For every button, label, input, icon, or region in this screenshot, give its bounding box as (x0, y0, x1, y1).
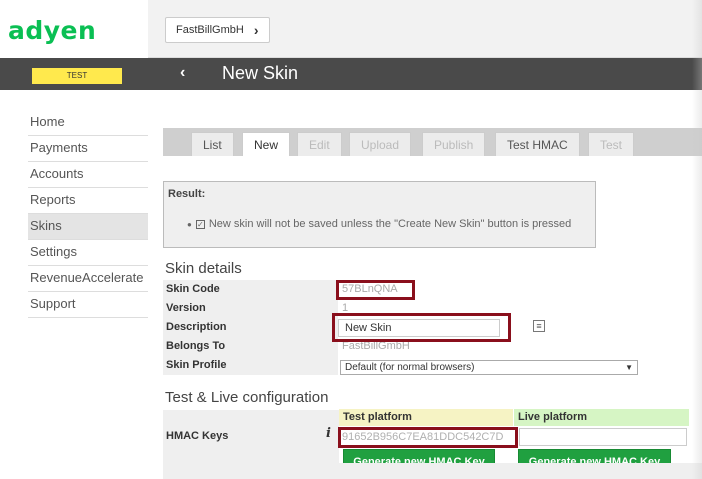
sidebar-nav: Home Payments Accounts Reports Skins Set… (28, 110, 148, 318)
tab-publish[interactable]: Publish (422, 132, 486, 156)
sidebar-item-payments[interactable]: Payments (28, 136, 148, 162)
result-message-row: ● ✓ New skin will not be saved unless th… (187, 218, 571, 230)
top-header: FastBillGmbH › (148, 0, 702, 58)
merchant-selector-button[interactable]: FastBillGmbH › (165, 17, 270, 43)
test-platform-header: Test platform (339, 409, 513, 426)
version-label: Version (163, 299, 338, 318)
sidebar-item-skins[interactable]: Skins (28, 214, 148, 240)
tab-new[interactable]: New (242, 132, 291, 156)
sidebar-item-support[interactable]: Support (28, 292, 148, 318)
sidebar-item-accounts[interactable]: Accounts (28, 162, 148, 188)
checkbox-icon: ✓ (195, 219, 205, 229)
screen: adyen TEST Home Payments Accounts Report… (0, 0, 702, 479)
environment-badge: TEST (32, 68, 122, 84)
chevron-right-icon: › (253, 22, 259, 38)
sidebar-item-settings[interactable]: Settings (28, 240, 148, 266)
live-hmac-key-field[interactable] (519, 428, 687, 446)
hmac-keys-label: HMAC Keys (163, 410, 339, 463)
tab-test-hmac[interactable]: Test HMAC (495, 132, 580, 156)
info-icon[interactable]: i (326, 426, 331, 441)
tab-list[interactable]: List (191, 132, 234, 156)
title-bar: ‹ New Skin (148, 58, 702, 90)
window-shadow-edge (692, 0, 702, 479)
edit-icon[interactable]: ≡ (533, 320, 545, 332)
description-label: Description (163, 318, 338, 337)
belongs-to-label: Belongs To (163, 337, 338, 356)
adyen-logo[interactable]: adyen (8, 16, 96, 45)
tab-test[interactable]: Test (588, 132, 635, 156)
tab-edit[interactable]: Edit (297, 132, 342, 156)
back-chevron-icon[interactable]: ‹ (180, 64, 185, 82)
skin-details-heading: Skin details (165, 260, 242, 277)
highlight-skin-code (336, 280, 415, 300)
dropdown-arrow-icon: ▼ (625, 363, 633, 372)
merchant-name: FastBillGmbH (176, 24, 244, 36)
result-message: New skin will not be saved unless the "C… (208, 218, 572, 230)
skin-code-label: Skin Code (163, 280, 338, 299)
config-heading: Test & Live configuration (165, 389, 329, 406)
sidebar-item-revenueaccelerate[interactable]: RevenueAccelerate (28, 266, 148, 292)
skin-profile-select[interactable]: Default (for normal browsers) ▼ (340, 360, 638, 375)
live-platform-header: Live platform (514, 409, 689, 426)
sidebar-item-reports[interactable]: Reports (28, 188, 148, 214)
logo-area: adyen (0, 0, 148, 58)
result-box: Result: ● ✓ New skin will not be saved u… (163, 181, 596, 248)
skin-profile-value: Default (for normal browsers) (345, 362, 475, 373)
skin-profile-label: Skin Profile (163, 356, 338, 375)
result-title: Result: (168, 188, 206, 200)
sidebar-item-home[interactable]: Home (28, 110, 148, 136)
table-continuation (163, 463, 702, 479)
environment-bar: TEST (0, 58, 148, 90)
tab-strip: List New Edit Upload Publish Test HMAC T… (163, 128, 702, 156)
bullet-icon: ● (187, 219, 192, 229)
highlight-test-hmac-key (338, 427, 518, 448)
tab-upload[interactable]: Upload (349, 132, 412, 156)
highlight-description (332, 313, 511, 342)
page-title: New Skin (222, 63, 299, 83)
